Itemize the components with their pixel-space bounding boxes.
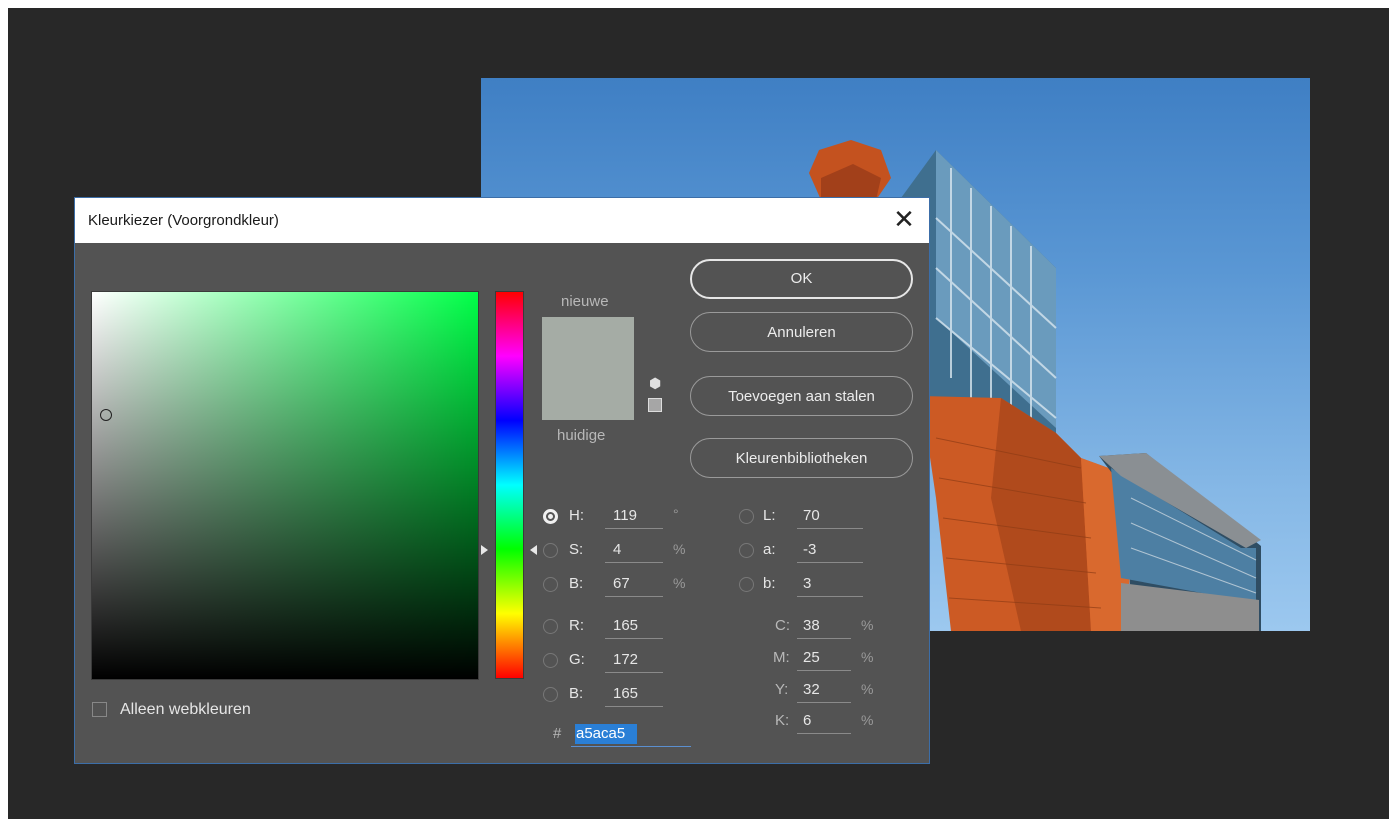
b-label: b: [763,575,776,592]
radio-green[interactable] [543,653,558,668]
cyan-input[interactable]: 38 [803,617,820,634]
close-button[interactable]: ✕ [889,205,919,235]
radio-lightness[interactable] [739,509,754,524]
add-to-swatches-button[interactable]: Toevoegen aan stalen [690,376,913,416]
magenta-label: M: [773,649,790,666]
hue-label: H: [569,507,584,524]
yellow-label: Y: [775,681,789,698]
radio-b[interactable] [739,577,754,592]
radio-hue[interactable] [543,509,558,524]
hue-slider[interactable] [495,291,524,679]
new-color-swatch [542,317,634,369]
yellow-unit: % [861,681,874,697]
cancel-button[interactable]: Annuleren [690,312,913,352]
green-input[interactable]: 172 [613,651,638,668]
lightness-label: L: [763,507,776,524]
radio-brightness[interactable] [543,577,558,592]
black-label: K: [775,712,790,729]
dialog-title: Kleurkiezer (Voorgrondkleur) [88,212,279,229]
lightness-input[interactable]: 70 [803,507,820,524]
radio-red[interactable] [543,619,558,634]
blue-input[interactable]: 165 [613,685,638,702]
color-field[interactable] [91,291,479,680]
saturation-input[interactable]: 4 [613,541,621,558]
magenta-input[interactable]: 25 [803,649,820,666]
magenta-unit: % [861,649,874,665]
new-color-label: nieuwe [561,293,609,310]
a-label: a: [763,541,776,558]
brightness-label: B: [569,575,584,592]
blue-label: B: [569,685,584,702]
green-label: G: [569,651,585,668]
cyan-unit: % [861,617,874,633]
hue-slider-arrow-left[interactable] [481,545,488,555]
red-label: R: [569,617,584,634]
b-input[interactable]: 3 [803,575,811,592]
brightness-input[interactable]: 67 [613,575,630,592]
hex-input[interactable]: a5aca5 [575,724,637,744]
a-input[interactable]: -3 [803,541,816,558]
hue-slider-arrow-right[interactable] [530,545,537,555]
dialog-titlebar: Kleurkiezer (Voorgrondkleur) ✕ [75,198,929,243]
yellow-input[interactable]: 32 [803,681,820,698]
web-colors-only-label: Alleen webkleuren [120,701,251,718]
hex-hash-label: # [553,725,562,742]
cube-icon[interactable]: ⬢ [649,375,661,392]
radio-a[interactable] [739,543,754,558]
color-field-marker[interactable] [100,409,112,421]
current-color-label: huidige [557,427,606,444]
current-color-swatch[interactable] [542,369,634,420]
radio-blue[interactable] [543,687,558,702]
web-colors-only-checkbox[interactable] [92,702,107,717]
red-input[interactable]: 165 [613,617,638,634]
brightness-unit: % [673,575,686,591]
color-libraries-button[interactable]: Kleurenbibliotheken [690,438,913,478]
black-unit: % [861,712,874,728]
black-input[interactable]: 6 [803,712,811,729]
radio-saturation[interactable] [543,543,558,558]
saturation-label: S: [569,541,584,558]
hue-unit: ° [673,506,679,522]
color-picker-dialog: Kleurkiezer (Voorgrondkleur) ✕ nieuwe hu… [74,197,930,764]
websafe-color-swatch[interactable] [648,398,662,412]
cyan-label: C: [775,617,790,634]
hue-input[interactable]: 119 [613,507,637,524]
saturation-unit: % [673,541,686,557]
ok-button[interactable]: OK [690,259,913,299]
